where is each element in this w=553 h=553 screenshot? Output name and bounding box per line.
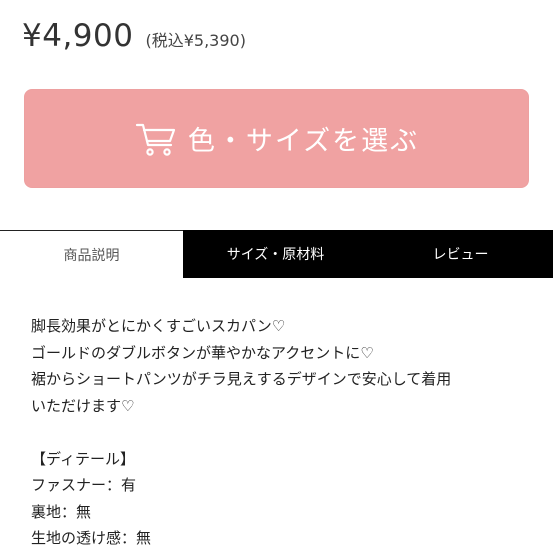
tab-description[interactable]: 商品説明 bbox=[0, 230, 183, 278]
select-color-size-button[interactable]: 色・サイズを選ぶ bbox=[24, 89, 529, 188]
tab-size-materials[interactable]: サイズ・原材料 bbox=[183, 230, 368, 278]
product-tabs: 商品説明 サイズ・原材料 レビュー bbox=[0, 230, 553, 278]
shopping-cart-icon bbox=[134, 119, 180, 159]
tab-reviews[interactable]: レビュー bbox=[368, 230, 553, 278]
detail-item-lining: 裏地：無 bbox=[31, 502, 92, 521]
product-description: 脚長効果がとにかくすごいスカパン♡ ゴールドのダブルボタンが華やかなアクセントに… bbox=[31, 313, 541, 552]
details-heading: 【ディテール】 bbox=[31, 449, 135, 468]
detail-item-sheerness: 生地の透け感：無 bbox=[31, 529, 152, 547]
product-page: ¥4,900 (税込¥5,390) 色・サイズを選ぶ 商品説明 サイズ・原材料 … bbox=[0, 0, 553, 553]
description-line: いただけます♡ bbox=[31, 396, 135, 415]
description-line: 裾からショートパンツがチラ見えするデザインで安心して着用 bbox=[31, 370, 452, 388]
select-button-label: 色・サイズを選ぶ bbox=[187, 126, 420, 157]
description-line: ゴールドのダブルボタンが華やかなアクセントに♡ bbox=[31, 343, 374, 362]
price-tax-included: (税込¥5,390) bbox=[145, 31, 246, 50]
price: ¥4,900 bbox=[22, 18, 134, 54]
price-row: ¥4,900 (税込¥5,390) bbox=[22, 18, 246, 54]
detail-item-zipper: ファスナー：有 bbox=[31, 476, 137, 494]
description-line: 脚長効果がとにかくすごいスカパン♡ bbox=[31, 317, 286, 335]
